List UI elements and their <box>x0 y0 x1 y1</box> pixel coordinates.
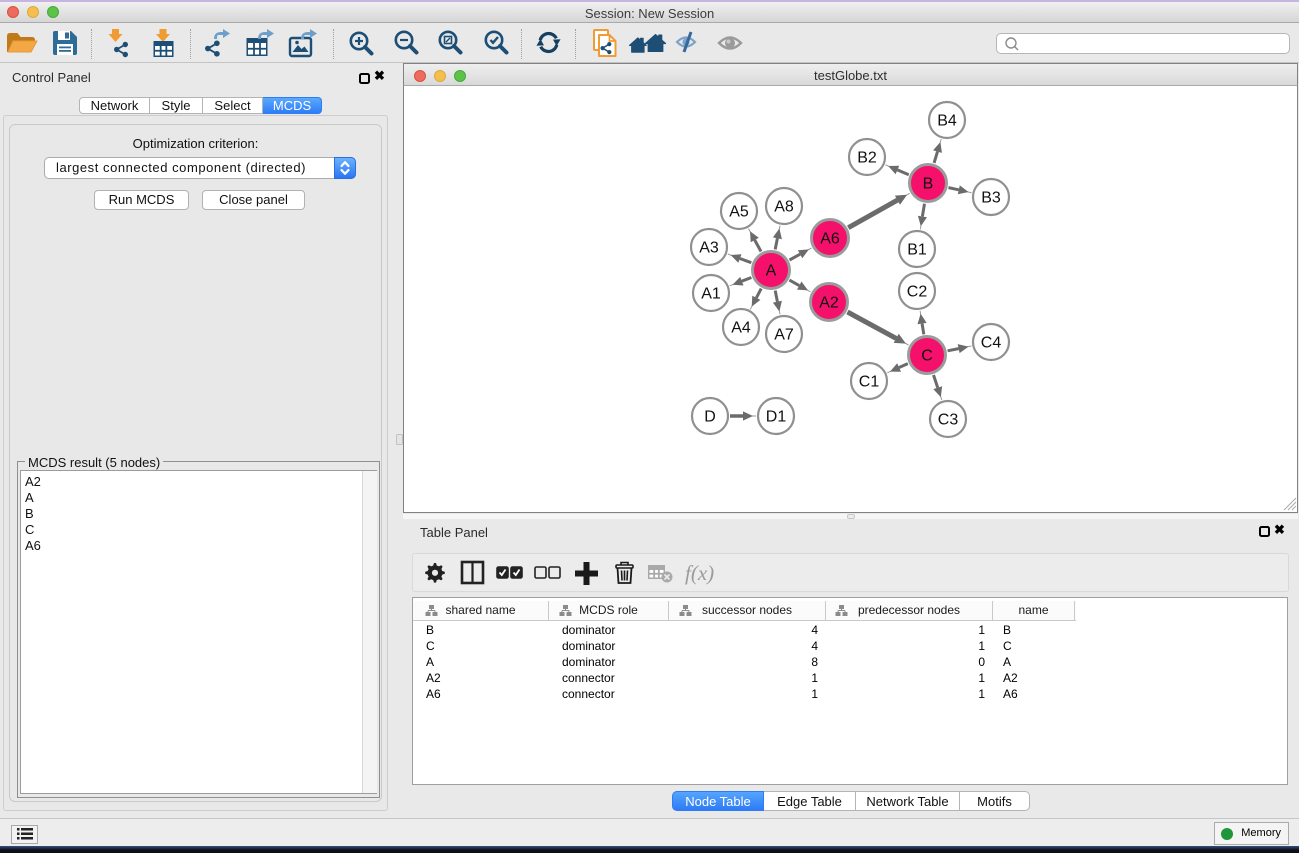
svg-text:B3: B3 <box>981 190 1001 207</box>
svg-text:A: A <box>766 263 777 280</box>
svg-text:B: B <box>923 176 934 193</box>
svg-text:A8: A8 <box>774 199 794 216</box>
svg-text:A5: A5 <box>729 204 749 221</box>
svg-text:C3: C3 <box>938 412 959 429</box>
svg-text:B4: B4 <box>937 113 957 130</box>
svg-text:B1: B1 <box>907 242 927 259</box>
svg-text:A1: A1 <box>701 286 721 303</box>
svg-text:D1: D1 <box>766 409 787 426</box>
svg-text:A2: A2 <box>819 295 839 312</box>
svg-text:D: D <box>704 409 716 426</box>
svg-text:C: C <box>921 348 933 365</box>
svg-text:A4: A4 <box>731 320 751 337</box>
svg-text:A6: A6 <box>820 231 840 248</box>
svg-text:B2: B2 <box>857 150 877 167</box>
svg-text:C1: C1 <box>859 374 880 391</box>
svg-text:C2: C2 <box>907 284 928 301</box>
svg-text:A7: A7 <box>774 327 794 344</box>
svg-text:A3: A3 <box>699 240 719 257</box>
svg-text:C4: C4 <box>981 335 1002 352</box>
